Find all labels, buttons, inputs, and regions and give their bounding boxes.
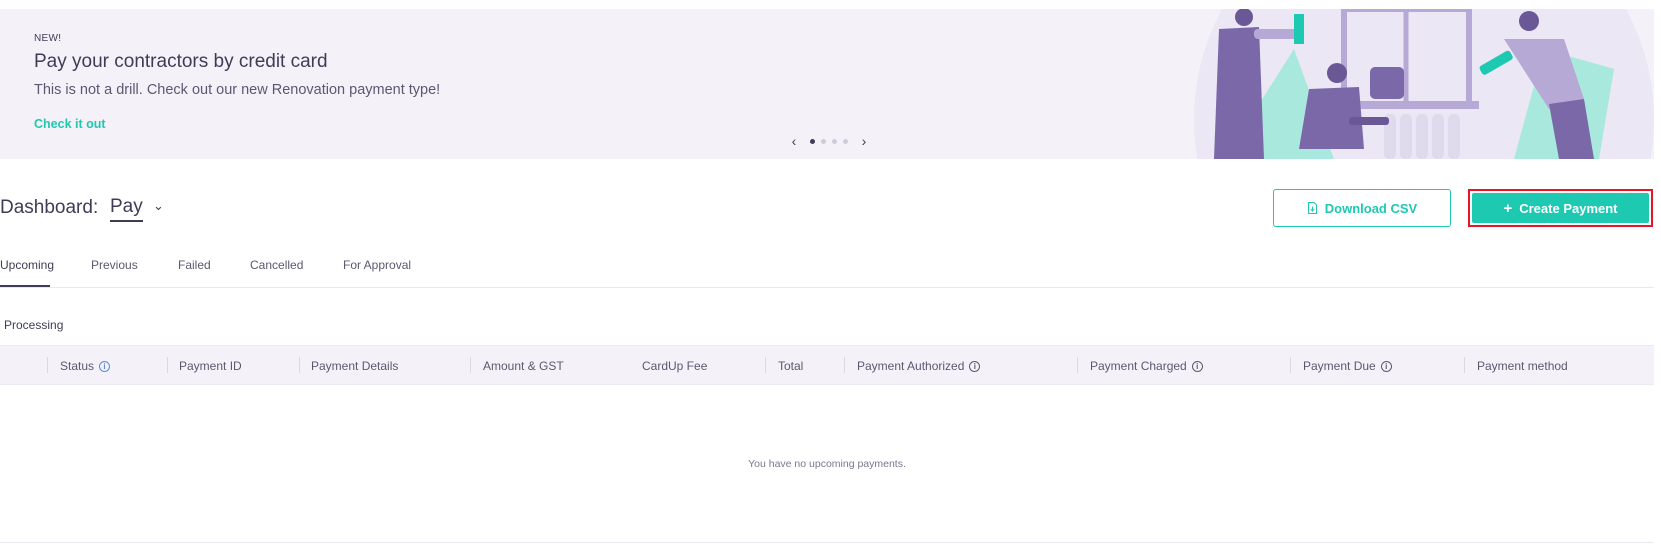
column-header-amount-gst[interactable]: Amount & GST bbox=[483, 359, 564, 373]
column-separator bbox=[765, 357, 766, 373]
column-header-label: Payment method bbox=[1477, 359, 1568, 373]
section-processing-label: Processing bbox=[4, 318, 64, 332]
column-header-payment-method[interactable]: Payment method bbox=[1477, 359, 1568, 373]
column-separator bbox=[844, 357, 845, 373]
dashboard-type-select[interactable]: Pay bbox=[110, 196, 143, 222]
info-icon[interactable]: i bbox=[99, 360, 111, 372]
column-header-label: Payment Charged bbox=[1090, 359, 1187, 373]
download-csv-label: Download CSV bbox=[1324, 200, 1418, 216]
info-icon[interactable]: i bbox=[1380, 360, 1392, 372]
chevron-down-icon[interactable]: ⌄ bbox=[153, 198, 164, 214]
banner-carousel-controls: ‹ › bbox=[788, 134, 870, 148]
column-header-payment-charged[interactable]: Payment Charged i bbox=[1090, 359, 1203, 373]
column-header-label: Payment Details bbox=[311, 359, 399, 373]
banner-check-it-out-link[interactable]: Check it out bbox=[34, 117, 106, 131]
create-payment-label: Create Payment bbox=[1519, 200, 1618, 216]
payments-table-header: Status i Payment ID Payment Details Amou… bbox=[0, 345, 1654, 385]
column-header-label: CardUp Fee bbox=[642, 359, 708, 373]
banner-title: Pay your contractors by credit card bbox=[34, 51, 328, 72]
payment-tabs: Upcoming Previous Failed Cancelled For A… bbox=[0, 248, 1654, 288]
column-header-payment-id[interactable]: Payment ID bbox=[179, 359, 242, 373]
column-separator bbox=[47, 357, 48, 373]
carousel-prev-icon[interactable]: ‹ bbox=[788, 134, 800, 148]
carousel-next-icon[interactable]: › bbox=[858, 134, 870, 148]
active-tab-indicator bbox=[0, 285, 50, 287]
column-header-payment-details[interactable]: Payment Details bbox=[311, 359, 398, 373]
column-separator bbox=[1464, 357, 1465, 373]
column-header-cardup-fee[interactable]: CardUp Fee bbox=[642, 359, 707, 373]
column-header-label: Payment Authorized bbox=[857, 359, 965, 373]
column-header-label: Status bbox=[60, 359, 95, 373]
tab-upcoming[interactable]: Upcoming bbox=[0, 258, 54, 272]
renovation-workers-illustration bbox=[1194, 9, 1654, 159]
tab-for-approval[interactable]: For Approval bbox=[343, 258, 411, 272]
column-header-label: Total bbox=[778, 359, 804, 373]
dashboard-label: Dashboard: bbox=[0, 197, 99, 218]
column-header-payment-due[interactable]: Payment Due i bbox=[1303, 359, 1392, 373]
column-header-label: Payment ID bbox=[179, 359, 242, 373]
carousel-dot[interactable] bbox=[843, 138, 848, 144]
payments-table-body: You have no upcoming payments. bbox=[0, 385, 1654, 543]
create-payment-button[interactable]: + Create Payment bbox=[1472, 193, 1649, 223]
info-icon[interactable]: i bbox=[969, 360, 981, 372]
create-payment-highlight: + Create Payment bbox=[1468, 189, 1653, 227]
download-file-icon bbox=[1307, 202, 1317, 214]
tab-previous[interactable]: Previous bbox=[91, 258, 138, 272]
column-header-payment-authorized[interactable]: Payment Authorized i bbox=[857, 359, 981, 373]
column-header-status[interactable]: Status i bbox=[60, 359, 111, 373]
carousel-dot[interactable] bbox=[810, 138, 815, 144]
banner-badge: NEW! bbox=[34, 33, 62, 44]
empty-state-message: You have no upcoming payments. bbox=[748, 458, 906, 470]
column-separator bbox=[1077, 357, 1078, 373]
carousel-dots bbox=[810, 138, 848, 144]
column-header-label: Amount & GST bbox=[483, 359, 564, 373]
banner-subtitle: This is not a drill. Check out our new R… bbox=[34, 82, 441, 98]
column-separator bbox=[1290, 357, 1291, 373]
info-icon[interactable]: i bbox=[1191, 360, 1203, 372]
carousel-dot[interactable] bbox=[832, 138, 837, 144]
download-csv-button[interactable]: Download CSV bbox=[1273, 189, 1451, 227]
column-header-total[interactable]: Total bbox=[778, 359, 803, 373]
promo-banner: NEW! Pay your contractors by credit card… bbox=[0, 9, 1654, 159]
tab-cancelled[interactable]: Cancelled bbox=[250, 258, 303, 272]
column-header-label: Payment Due bbox=[1303, 359, 1376, 373]
column-separator bbox=[299, 357, 300, 373]
tab-failed[interactable]: Failed bbox=[178, 258, 211, 272]
carousel-dot[interactable] bbox=[821, 138, 826, 144]
plus-icon: + bbox=[1503, 199, 1513, 217]
column-separator bbox=[167, 357, 168, 373]
column-separator bbox=[470, 357, 471, 373]
